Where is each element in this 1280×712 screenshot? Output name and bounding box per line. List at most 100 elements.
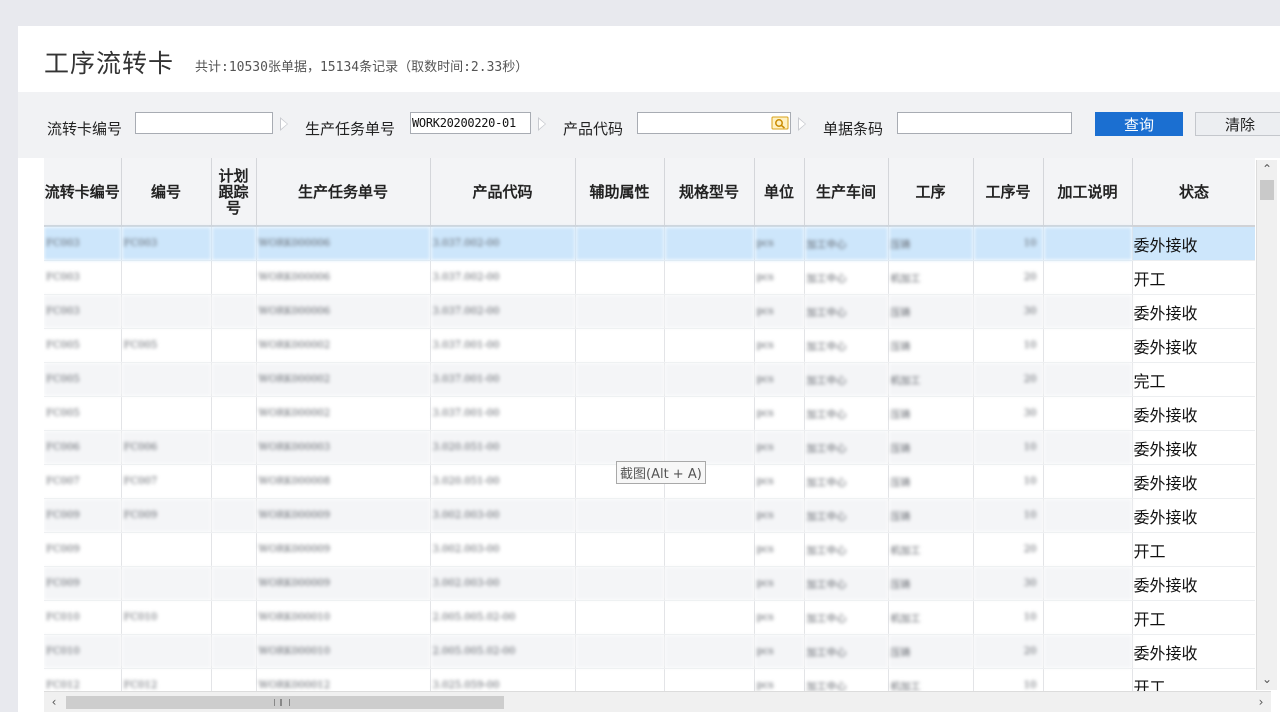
table-cell[interactable]	[1043, 362, 1133, 397]
column-header[interactable]: 单位	[754, 158, 805, 227]
table-cell[interactable]: 压铸	[888, 464, 974, 499]
table-cell[interactable]	[664, 396, 755, 431]
table-cell[interactable]: 加工中心	[804, 464, 889, 499]
table-cell[interactable]: 加工中心	[804, 532, 889, 567]
table-cell[interactable]	[664, 260, 755, 295]
status-cell[interactable]: 委外接收	[1131, 226, 1255, 261]
table-cell[interactable]: pcs	[754, 532, 805, 567]
table-cell[interactable]: FC003	[44, 226, 122, 261]
table-cell[interactable]	[121, 532, 212, 567]
table-cell[interactable]: 3.002.003-00	[430, 498, 576, 533]
table-cell[interactable]: 加工中心	[804, 260, 889, 295]
table-cell[interactable]	[1043, 498, 1133, 533]
table-cell[interactable]: WORK000006	[256, 260, 431, 295]
table-cell[interactable]: 压铸	[888, 430, 974, 465]
table-row[interactable]: FC010 WORK000010 2.005.005.02-00 pcs 加工中心 压铸 2…	[44, 634, 1255, 669]
table-cell[interactable]: FC012	[44, 668, 122, 691]
table-cell[interactable]	[664, 498, 755, 533]
table-cell[interactable]: 30	[973, 566, 1044, 601]
table-cell[interactable]: FC010	[44, 600, 122, 635]
table-cell[interactable]: 机加工	[888, 260, 974, 295]
table-cell[interactable]	[664, 634, 755, 669]
table-cell[interactable]: pcs	[754, 634, 805, 669]
scroll-up-icon[interactable]: ⌃	[1259, 161, 1275, 177]
table-cell[interactable]: FC007	[121, 464, 212, 499]
table-cell[interactable]: 30	[973, 396, 1044, 431]
table-cell[interactable]: FC012	[121, 668, 212, 691]
table-cell[interactable]: WORK000006	[256, 294, 431, 329]
table-cell[interactable]	[664, 328, 755, 363]
table-cell[interactable]: 3.037.001-00	[430, 328, 576, 363]
table-cell[interactable]	[575, 668, 665, 691]
table-cell[interactable]	[1043, 600, 1133, 635]
status-cell[interactable]: 委外接收	[1131, 464, 1255, 499]
table-cell[interactable]	[1043, 532, 1133, 567]
table-cell[interactable]	[211, 260, 257, 295]
table-row[interactable]: FC010 FC010 WORK000010 2.005.005.02-00 pcs 加工…	[44, 600, 1255, 635]
table-cell[interactable]: 压铸	[888, 566, 974, 601]
column-header[interactable]: 辅助属性	[575, 158, 665, 227]
table-cell[interactable]: 加工中心	[804, 600, 889, 635]
table-cell[interactable]: pcs	[754, 294, 805, 329]
table-cell[interactable]: FC005	[44, 362, 122, 397]
table-cell[interactable]	[211, 464, 257, 499]
table-cell[interactable]: 加工中心	[804, 634, 889, 669]
table-cell[interactable]	[1043, 328, 1133, 363]
status-cell[interactable]: 委外接收	[1131, 328, 1255, 363]
table-cell[interactable]: 压铸	[888, 294, 974, 329]
table-cell[interactable]: 10	[973, 668, 1044, 691]
table-cell[interactable]: 10	[973, 464, 1044, 499]
table-cell[interactable]	[575, 328, 665, 363]
status-cell[interactable]: 委外接收	[1131, 430, 1255, 465]
table-cell[interactable]	[664, 566, 755, 601]
status-cell[interactable]: 委外接收	[1131, 396, 1255, 431]
scroll-right-icon[interactable]: ›	[1253, 694, 1269, 710]
table-cell[interactable]: FC009	[121, 498, 212, 533]
table-cell[interactable]: WORK000009	[256, 566, 431, 601]
table-cell[interactable]: 10	[973, 328, 1044, 363]
table-cell[interactable]	[575, 226, 665, 261]
table-cell[interactable]	[1043, 464, 1133, 499]
table-cell[interactable]: 2.005.005.02-00	[430, 600, 576, 635]
column-header[interactable]: 生产任务单号	[256, 158, 431, 227]
clear-button[interactable]: 清除	[1195, 112, 1280, 136]
table-cell[interactable]: pcs	[754, 396, 805, 431]
table-cell[interactable]	[211, 362, 257, 397]
table-cell[interactable]	[1043, 566, 1133, 601]
table-cell[interactable]: WORK000003	[256, 430, 431, 465]
table-cell[interactable]: WORK000010	[256, 600, 431, 635]
table-cell[interactable]: 20	[973, 634, 1044, 669]
table-row[interactable]: FC009 WORK000009 3.002.003-00 pcs 加工中心 机加工 20 开…	[44, 532, 1255, 567]
table-cell[interactable]	[211, 634, 257, 669]
status-cell[interactable]: 委外接收	[1131, 634, 1255, 669]
table-cell[interactable]: FC003	[44, 260, 122, 295]
table-row[interactable]: FC009 FC009 WORK000009 3.002.003-00 pcs 加工中心压…	[44, 498, 1255, 533]
column-header[interactable]: 规格型号	[664, 158, 755, 227]
column-header[interactable]: 工序号	[973, 158, 1044, 227]
status-cell[interactable]: 开工	[1131, 532, 1255, 567]
table-cell[interactable]: 加工中心	[804, 668, 889, 691]
table-cell[interactable]	[1043, 294, 1133, 329]
table-cell[interactable]	[1043, 430, 1133, 465]
table-cell[interactable]	[121, 362, 212, 397]
column-header[interactable]: 生产车间	[804, 158, 889, 227]
card-no-input[interactable]	[135, 112, 273, 134]
column-header[interactable]: 加工说明	[1043, 158, 1133, 227]
table-row[interactable]: FC009 WORK000009 3.002.003-00 pcs 加工中心 压铸 30 委外…	[44, 566, 1255, 601]
column-header[interactable]: 编号	[121, 158, 212, 227]
scroll-left-icon[interactable]: ‹	[46, 694, 62, 710]
table-cell[interactable]: 2.005.005.02-00	[430, 634, 576, 669]
table-cell[interactable]	[575, 362, 665, 397]
status-cell[interactable]: 开工	[1131, 600, 1255, 635]
table-cell[interactable]: FC009	[44, 566, 122, 601]
table-cell[interactable]: 30	[973, 294, 1044, 329]
table-row[interactable]: FC003 WORK000006 3.037.002-00 pcs 加工中心 压铸 30 委外…	[44, 294, 1255, 329]
product-code-input[interactable]	[637, 112, 791, 134]
table-cell[interactable]	[211, 668, 257, 691]
table-cell[interactable]: FC010	[121, 600, 212, 635]
table-cell[interactable]: 3.002.003-00	[430, 532, 576, 567]
table-cell[interactable]	[575, 634, 665, 669]
table-cell[interactable]: pcs	[754, 362, 805, 397]
vertical-scroll-thumb[interactable]	[1260, 180, 1274, 200]
table-cell[interactable]: 3.037.002-00	[430, 226, 576, 261]
